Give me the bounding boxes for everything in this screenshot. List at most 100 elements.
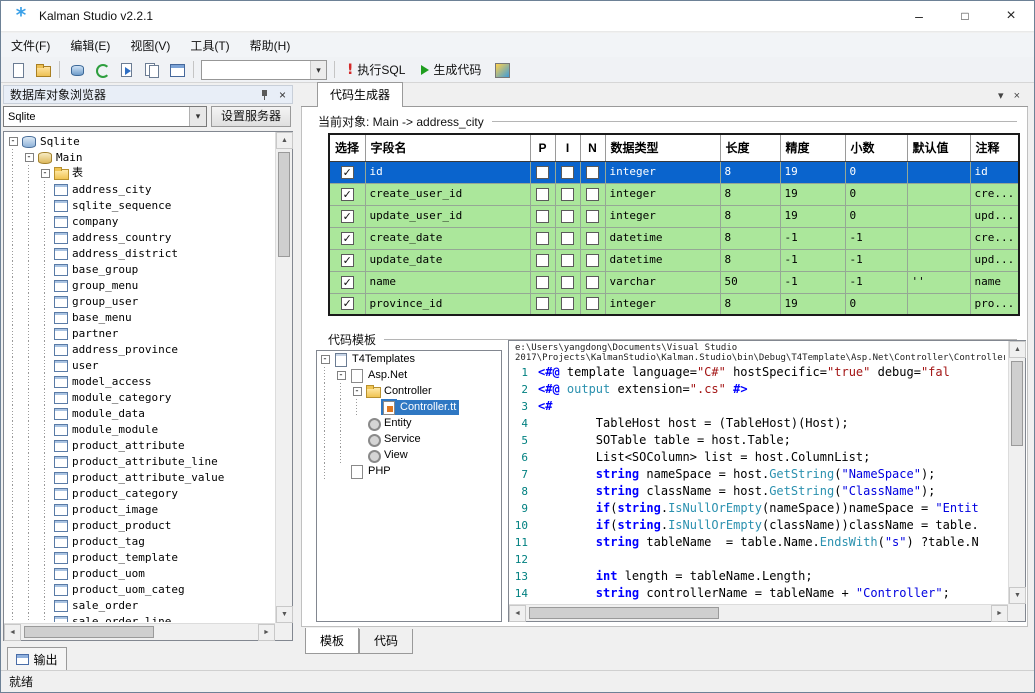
tree-item-table[interactable]: product_image [5, 501, 274, 517]
tree-item-table[interactable]: product_attribute_value [5, 469, 274, 485]
row-select-checkbox[interactable]: ✓ [340, 275, 354, 289]
tree-horizontal-scrollbar[interactable]: ◄ ► [4, 623, 275, 641]
tree-item-table[interactable]: sale_order [5, 597, 274, 613]
tree-item-table[interactable]: user [5, 357, 274, 373]
grid-row[interactable]: ✓ update_date datetime 8 -1 -1 upd... [328, 248, 1020, 272]
identity-checkbox[interactable] [561, 253, 574, 267]
tree-item-table[interactable]: product_category [5, 485, 274, 501]
grid-column-header[interactable]: 长度 [719, 133, 781, 162]
document-close-icon[interactable]: × [1014, 90, 1020, 102]
pk-checkbox[interactable] [536, 187, 549, 201]
code-editor[interactable]: e:\Users\yangdong\Documents\Visual Studi… [508, 340, 1026, 622]
tree-expander-icon[interactable]: - [349, 383, 365, 399]
scroll-up-icon[interactable]: ▲ [276, 132, 293, 149]
output-tab[interactable]: 输出 [7, 647, 67, 671]
panel-menu-icon[interactable]: ▾ [998, 89, 1004, 102]
tree-expander-icon[interactable]: - [317, 351, 333, 367]
template-node[interactable]: Controller.tt [317, 399, 501, 415]
row-select-checkbox[interactable]: ✓ [340, 187, 354, 201]
pk-checkbox[interactable] [536, 231, 549, 245]
grid-row[interactable]: ✓ name varchar 50 -1 -1 '' name [328, 270, 1020, 294]
row-select-checkbox[interactable]: ✓ [340, 297, 354, 311]
row-select-checkbox[interactable]: ✓ [340, 253, 354, 267]
grid-column-header[interactable]: I [554, 133, 581, 162]
nullable-checkbox[interactable] [586, 275, 599, 289]
tree-item-table[interactable]: address_province [5, 341, 274, 357]
tree-item-table[interactable]: product_attribute_line [5, 453, 274, 469]
tree-expander-icon[interactable]: - [37, 165, 53, 181]
grid-column-header[interactable]: 精度 [779, 133, 846, 162]
tree-vertical-scrollbar[interactable]: ▲ ▼ [275, 132, 293, 623]
minimize-button[interactable]: – [896, 1, 942, 32]
scrollbar-thumb[interactable] [1011, 361, 1023, 446]
grid-row[interactable]: ✓ id integer 8 19 0 id [328, 160, 1020, 184]
editor-vertical-scrollbar[interactable]: ▲ ▼ [1008, 341, 1026, 604]
scroll-left-icon[interactable]: ◄ [509, 605, 526, 622]
toolbar-combobox[interactable]: ▾ [201, 59, 327, 80]
tree-item-table[interactable]: module_category [5, 389, 274, 405]
tree-item-table[interactable]: product_product [5, 517, 274, 533]
tab-template[interactable]: 模板 [305, 628, 360, 654]
tree-item-table[interactable]: product_uom_categ [5, 581, 274, 597]
template-tree[interactable]: - T4Templates - Asp.Net - Controller Controlle… [316, 350, 502, 622]
grid-column-header[interactable]: N [579, 133, 606, 162]
tree-item-root[interactable]: - Sqlite [5, 133, 274, 149]
tab-code[interactable]: 代码 [359, 629, 414, 654]
scroll-down-icon[interactable]: ▼ [276, 606, 293, 623]
row-select-checkbox[interactable]: ✓ [340, 209, 354, 223]
tree-item-table[interactable]: sqlite_sequence [5, 197, 274, 213]
grid-row[interactable]: ✓ create_date datetime 8 -1 -1 cre... [328, 226, 1020, 250]
save-database-button[interactable] [65, 60, 88, 79]
template-node[interactable]: PHP [317, 463, 501, 479]
template-node[interactable]: Service [317, 431, 501, 447]
maximize-button[interactable]: □ [942, 1, 988, 32]
menu-item[interactable]: 文件(F) [1, 33, 60, 58]
pk-checkbox[interactable] [536, 165, 549, 179]
template-node[interactable]: - Asp.Net [317, 367, 501, 383]
grid-row[interactable]: ✓ update_user_id integer 8 19 0 upd... [328, 204, 1020, 228]
grid-column-header[interactable]: P [529, 133, 556, 162]
scroll-down-icon[interactable]: ▼ [1009, 587, 1026, 604]
tree-item-table[interactable]: base_menu [5, 309, 274, 325]
copy-script-button[interactable] [140, 60, 163, 79]
pin-icon[interactable] [259, 89, 270, 101]
nullable-checkbox[interactable] [586, 165, 599, 179]
tree-item-table[interactable]: product_uom [5, 565, 274, 581]
nullable-checkbox[interactable] [586, 187, 599, 201]
identity-checkbox[interactable] [561, 187, 574, 201]
menu-item[interactable]: 编辑(E) [60, 33, 120, 58]
tree-item-table[interactable]: address_country [5, 229, 274, 245]
new-file-button[interactable] [6, 60, 29, 79]
scroll-up-icon[interactable]: ▲ [1009, 341, 1026, 358]
tree-expander-icon[interactable]: - [21, 149, 37, 165]
template-node[interactable]: - Controller [317, 383, 501, 399]
menu-item[interactable]: 视图(V) [120, 33, 180, 58]
database-tree[interactable]: - Sqlite - Main - 表 address_city sqlite_sequenc… [3, 131, 293, 641]
tree-expander-icon[interactable]: - [5, 133, 21, 149]
nullable-checkbox[interactable] [586, 231, 599, 245]
grid-row[interactable]: ✓ province_id integer 8 19 0 pro... [328, 292, 1020, 316]
tree-item-table[interactable]: module_module [5, 421, 274, 437]
nullable-checkbox[interactable] [586, 297, 599, 311]
tree-item-table[interactable]: base_group [5, 261, 274, 277]
row-select-checkbox[interactable]: ✓ [340, 165, 354, 179]
editor-horizontal-scrollbar[interactable]: ◄ ► [509, 604, 1008, 622]
generate-code-button[interactable]: 生成代码 [414, 59, 488, 80]
panel-close-icon[interactable]: × [277, 88, 288, 102]
tree-item-table[interactable]: module_data [5, 405, 274, 421]
template-node[interactable]: - T4Templates [317, 351, 501, 367]
db-type-select[interactable]: Sqlite ▾ [3, 106, 207, 127]
scroll-right-icon[interactable]: ► [258, 624, 275, 641]
tree-item-table[interactable]: product_tag [5, 533, 274, 549]
open-folder-button[interactable] [31, 60, 54, 79]
nullable-checkbox[interactable] [586, 253, 599, 267]
identity-checkbox[interactable] [561, 275, 574, 289]
window-layout-button[interactable] [165, 60, 188, 79]
exec-sql-button[interactable]: ! 执行SQL [340, 59, 412, 80]
tree-item-table[interactable]: group_menu [5, 277, 274, 293]
set-server-button[interactable]: 设置服务器 [211, 106, 291, 127]
grid-column-header[interactable]: 小数 [844, 133, 908, 162]
scrollbar-thumb[interactable] [24, 626, 154, 638]
tree-item-table[interactable]: address_district [5, 245, 274, 261]
tree-item-database[interactable]: - Main [5, 149, 274, 165]
